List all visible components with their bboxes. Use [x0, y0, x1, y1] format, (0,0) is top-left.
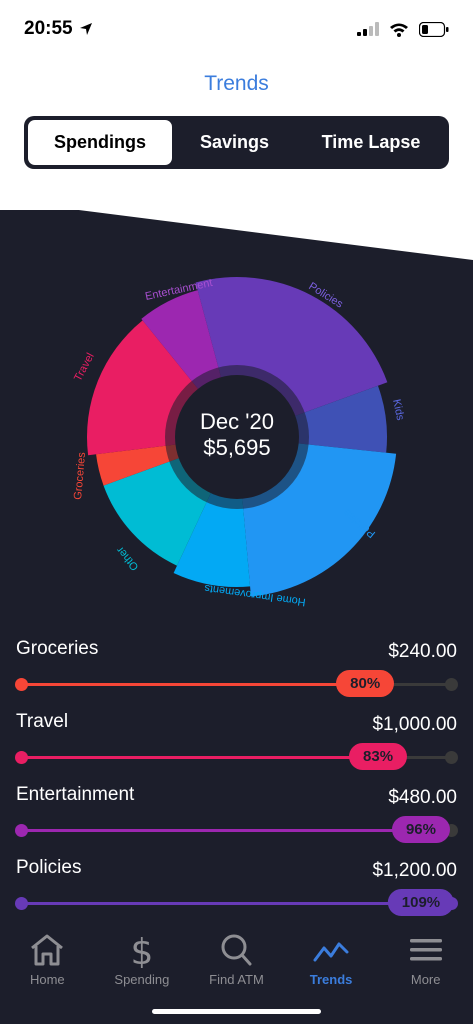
category-percent-badge: 83% — [349, 743, 408, 770]
donut-label-groceries: Groceries — [72, 451, 88, 500]
category-progress-fill — [22, 756, 379, 759]
category-progress-fill — [22, 683, 366, 686]
progress-start-dot — [15, 678, 28, 691]
header: Trends Spendings Savings Time Lapse — [0, 58, 473, 210]
segmented-control: Spendings Savings Time Lapse — [24, 116, 449, 169]
donut-label-kids: Kids — [390, 398, 406, 422]
dollar-icon: $ — [130, 932, 153, 968]
home-icon — [31, 934, 64, 966]
category-progress-track: 96% — [15, 816, 458, 843]
segment-spendings[interactable]: Spendings — [28, 120, 172, 165]
segment-time-lapse[interactable]: Time Lapse — [297, 120, 445, 165]
donut-total: $5,695 — [203, 435, 270, 460]
search-icon — [221, 934, 252, 966]
tab-label: Home — [29, 972, 65, 987]
wifi-icon — [390, 23, 408, 37]
svg-text:$: $ — [130, 932, 153, 968]
donut-label-travel: Travel — [72, 351, 97, 383]
spending-donut-chart[interactable]: Dec '20 $5,695 Entertainment Policies Ki… — [56, 255, 417, 616]
category-row-groceries[interactable]: Groceries $240.00 80% — [0, 628, 473, 701]
location-arrow-icon — [79, 23, 92, 35]
progress-end-dot — [445, 678, 458, 691]
menu-icon — [409, 939, 442, 961]
segment-savings[interactable]: Savings — [172, 120, 297, 165]
category-label: Travel — [16, 711, 69, 732]
status-time: 20:55 — [24, 18, 93, 40]
status-time-text: 20:55 — [24, 18, 73, 39]
header-diagonal-edge — [0, 200, 473, 260]
category-percent-badge: 96% — [391, 816, 450, 843]
category-label: Entertainment — [16, 784, 135, 805]
status-indicators — [357, 21, 449, 37]
category-progress-fill — [22, 829, 434, 832]
tab-label: Spending — [114, 972, 170, 987]
tab-label: Trends — [309, 972, 353, 987]
category-progress-track: 109% — [15, 889, 458, 916]
tab-home[interactable]: Home — [0, 932, 95, 1024]
category-row-policies[interactable]: Policies $1,200.00 109% — [0, 847, 473, 920]
category-percent-badge: 109% — [387, 889, 455, 916]
category-label: Groceries — [16, 638, 99, 659]
tab-label: Find ATM — [209, 972, 264, 987]
category-row-entertainment[interactable]: Entertainment $480.00 96% — [0, 774, 473, 847]
category-progress-track: 80% — [15, 670, 458, 697]
category-amount: $240.00 — [388, 641, 457, 662]
battery-icon — [419, 21, 449, 37]
trends-icon — [313, 942, 349, 962]
tab-more[interactable]: More — [378, 932, 473, 1024]
category-row-travel[interactable]: Travel $1,000.00 83% — [0, 701, 473, 774]
category-percent-badge: 80% — [336, 670, 395, 697]
category-amount: $1,000.00 — [372, 714, 457, 735]
page-title: Trends — [204, 72, 269, 95]
donut-label-other: Other — [114, 544, 141, 573]
category-progress-fill — [22, 902, 451, 905]
category-label: Policies — [16, 857, 82, 878]
progress-start-dot — [15, 897, 28, 910]
tab-label: More — [410, 972, 441, 987]
status-bar: 20:55 — [0, 0, 473, 58]
category-amount: $480.00 — [388, 787, 457, 808]
home-indicator — [152, 1009, 321, 1014]
progress-start-dot — [15, 751, 28, 764]
progress-end-dot — [445, 751, 458, 764]
category-progress-track: 83% — [15, 743, 458, 770]
progress-start-dot — [15, 824, 28, 837]
category-list: Groceries $240.00 80% Travel $1,000.00 8… — [0, 628, 473, 920]
donut-month: Dec '20 — [200, 409, 274, 434]
cellular-signal-icon — [357, 22, 379, 36]
category-amount: $1,200.00 — [372, 860, 457, 881]
